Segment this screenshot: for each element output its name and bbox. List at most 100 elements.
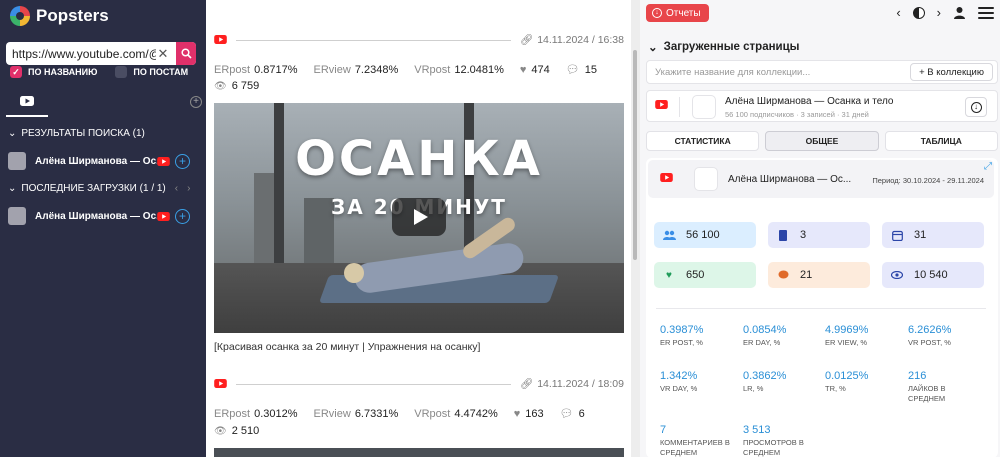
sidebar: Popsters ✕ ✓ ПО НАЗВАНИЮ ПО ПОСТАМ + ⌄ Р… <box>0 0 206 457</box>
feed-scrollbar[interactable] <box>631 0 640 457</box>
comment-icon: 💬︎ <box>559 408 574 420</box>
recent-download-title: Алёна Ширманова — Ос... <box>35 210 157 222</box>
tab-general[interactable]: ОБЩЕЕ <box>765 131 879 151</box>
search-button[interactable] <box>176 42 196 65</box>
add-page-icon[interactable]: + <box>175 153 190 169</box>
post-views: 👁︎ 6 759 <box>214 80 259 92</box>
tab-youtube[interactable] <box>6 87 48 117</box>
metric-value: 0.3987% <box>660 324 704 336</box>
external-link-icon[interactable]: ⤢ <box>984 161 992 172</box>
comments-value: 21 <box>800 269 813 281</box>
youtube-icon <box>655 100 668 109</box>
metric-avg-likes: 216 ЛАЙКОВ В СРЕДНЕМ <box>908 370 972 403</box>
metric-lr: 0.3862% LR, % <box>743 370 823 394</box>
comments-count: 6 <box>578 407 585 420</box>
metric-label: VR POST, % <box>908 338 951 347</box>
filter-by-posts-checkbox[interactable] <box>115 66 128 78</box>
post-date[interactable]: 🔗︎ 14.11.2024 / 18:09 <box>519 377 624 391</box>
post-caption: [Красивая осанка за 20 минут | Упражнени… <box>214 341 481 353</box>
add-to-collection-button[interactable]: + В коллекцию <box>910 63 993 81</box>
post-date-text: 14.11.2024 / 18:09 <box>537 377 624 390</box>
post-date[interactable]: 🔗︎ 14.11.2024 / 16:38 <box>520 33 624 47</box>
chevron-right-icon[interactable]: › <box>937 5 941 20</box>
brand-name: Popsters <box>36 6 109 25</box>
search-filters: ✓ ПО НАЗВАНИЮ ПО ПОСТАМ <box>10 66 188 78</box>
chevron-down-icon: ⌄ <box>648 42 658 54</box>
metric-label: ER DAY, % <box>743 338 781 347</box>
metric-value: 0.0125% <box>825 370 869 382</box>
avatar <box>8 207 26 225</box>
vrpost-value: 12.0481% <box>454 63 504 76</box>
clear-icon[interactable]: ✕ <box>156 46 170 62</box>
youtube-icon <box>214 35 227 44</box>
video-thumbnail[interactable] <box>214 448 624 457</box>
add-page-icon[interactable]: + <box>175 208 190 224</box>
download-button[interactable]: ↓ <box>965 97 987 117</box>
chevron-right-icon[interactable]: › <box>187 183 190 194</box>
youtube-icon <box>20 96 34 106</box>
metric-label: ЛАЙКОВ В СРЕДНЕМ <box>908 384 946 403</box>
reports-button[interactable]: ↓ Отчеты <box>646 4 709 22</box>
comment-icon: 💬︎ <box>565 64 580 76</box>
search-result-item[interactable]: Алёна Ширманова — Ос... + <box>8 151 198 171</box>
vrpost-label: VRpost <box>414 407 451 420</box>
thumbnail-person-head <box>344 263 364 283</box>
analytics-panel: ↓ Отчеты ‹ › ⌄ Загруженные страницы Укаж… <box>640 0 1000 457</box>
panel-tabs: СТАТИСТИКА ОБЩЕЕ ТАБЛИЦА <box>646 131 998 151</box>
posts-value: 3 <box>800 229 807 241</box>
loaded-pages-header[interactable]: ⌄ Загруженные страницы <box>648 40 800 54</box>
collection-name-input[interactable]: Укажите название для коллекции... <box>655 67 810 78</box>
erpost-value: 0.8717% <box>254 63 298 76</box>
avatar <box>692 95 716 119</box>
views-count: 6 759 <box>231 80 260 92</box>
erview-label: ERview <box>313 63 351 76</box>
scrollbar-thumb[interactable] <box>633 50 637 260</box>
chevron-left-icon[interactable]: ‹ <box>896 5 900 20</box>
heart-icon: ♥ <box>513 407 521 420</box>
likes-count: 163 <box>525 407 544 420</box>
filter-by-name-checkbox[interactable]: ✓ <box>10 66 22 78</box>
theme-toggle-icon[interactable] <box>912 6 925 19</box>
metric-value: 0.3862% <box>743 370 787 382</box>
loaded-pages-title: Загруженные страницы <box>663 41 800 53</box>
metric-tr: 0.0125% TR, % <box>825 370 905 394</box>
brand[interactable]: Popsters <box>10 6 109 26</box>
video-thumbnail[interactable]: ОСАНКА ЗА 20 МИНУТ <box>214 103 624 333</box>
metric-vr-day: 1.342% VR DAY, % <box>660 370 740 394</box>
recent-downloads-header[interactable]: ⌄ ПОСЛЕДНИЕ ЗАГРУЗКИ (1 / 1) ‹ › <box>8 183 190 194</box>
chevron-left-icon[interactable]: ‹ <box>175 183 178 194</box>
filter-by-name-label: ПО НАЗВАНИЮ <box>28 67 98 77</box>
divider <box>236 384 511 385</box>
search-input[interactable] <box>6 46 156 61</box>
reports-label: Отчеты <box>666 7 701 19</box>
collection-row: Укажите название для коллекции... + В ко… <box>646 60 998 84</box>
menu-icon[interactable] <box>978 6 994 19</box>
link-icon: 🔗︎ <box>519 378 534 390</box>
tab-table[interactable]: ТАБЛИЦА <box>884 131 998 151</box>
search-results-header[interactable]: ⌄ РЕЗУЛЬТАТЫ ПОИСКА (1) <box>8 128 145 139</box>
loaded-page-card[interactable]: Алёна Ширманова — Осанка и тело 56 100 п… <box>646 90 998 122</box>
comments-tile: 21 <box>768 262 870 288</box>
metric-label: VR DAY, % <box>660 384 698 393</box>
posts-feed: 🔗︎ 14.11.2024 / 16:38 ERpost 0.8717% ERv… <box>206 0 631 457</box>
erpost-value: 0.3012% <box>254 407 298 420</box>
user-icon[interactable] <box>953 6 966 19</box>
tab-statistics[interactable]: СТАТИСТИКА <box>646 131 760 151</box>
download-icon: ↓ <box>970 101 982 113</box>
page-meta: 56 100 подписчиков · 3 записей · 31 дней <box>725 110 869 119</box>
search-box: ✕ <box>6 42 196 65</box>
chevron-down-icon: ⌄ <box>8 128 17 139</box>
add-tab-icon[interactable]: + <box>190 96 202 108</box>
metric-avg-comments: 7 КОММЕНТАРИЕВ В СРЕДНЕМ <box>660 424 732 457</box>
subscribers-tile: 56 100 <box>654 222 756 248</box>
metric-label: ER VIEW, % <box>825 338 868 347</box>
play-icon[interactable] <box>392 198 446 236</box>
posts-icon <box>776 228 790 242</box>
summary-title: Алёна Ширманова — Ос... <box>728 174 852 185</box>
eye-icon: 👁︎ <box>214 425 227 437</box>
brand-logo-icon <box>10 6 30 26</box>
divider <box>236 40 511 41</box>
eye-icon: 👁︎ <box>214 80 227 92</box>
recent-download-item[interactable]: Алёна Ширманова — Ос... + <box>8 206 198 226</box>
chevron-down-icon: ⌄ <box>8 183 17 194</box>
